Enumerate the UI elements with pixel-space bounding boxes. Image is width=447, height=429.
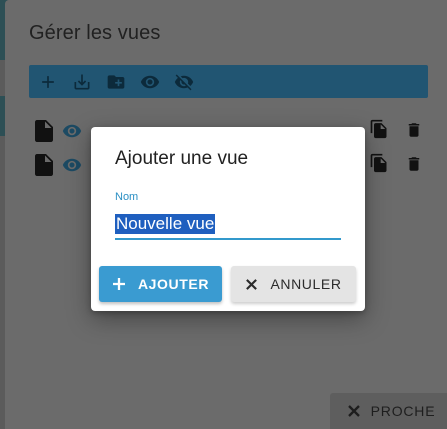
views-toolbar bbox=[29, 65, 428, 98]
visibility-icon[interactable] bbox=[61, 121, 83, 146]
dialog-title: Ajouter une vue bbox=[115, 148, 249, 169]
cancel-button[interactable]: ANNULER bbox=[231, 266, 356, 302]
new-folder-icon[interactable] bbox=[105, 71, 127, 93]
copy-icon[interactable] bbox=[369, 152, 389, 179]
close-icon bbox=[246, 278, 258, 290]
hide-icon[interactable] bbox=[173, 71, 195, 93]
copy-icon[interactable] bbox=[369, 118, 389, 145]
delete-icon[interactable] bbox=[405, 153, 423, 180]
delete-icon[interactable] bbox=[405, 119, 423, 146]
add-icon[interactable] bbox=[37, 71, 59, 93]
add-button[interactable]: AJOUTER bbox=[99, 266, 222, 302]
document-icon bbox=[35, 120, 53, 147]
visibility-icon[interactable] bbox=[61, 155, 83, 180]
name-field-value[interactable]: Nouvelle vue bbox=[115, 214, 216, 234]
close-icon bbox=[347, 405, 360, 417]
plus-icon bbox=[112, 278, 125, 290]
name-field[interactable]: Nouvelle vue bbox=[115, 208, 341, 240]
add-view-dialog: Ajouter une vue Nom Nouvelle vue AJOUTER… bbox=[91, 127, 365, 311]
download-icon[interactable] bbox=[71, 71, 93, 93]
document-icon bbox=[35, 154, 53, 181]
show-icon[interactable] bbox=[139, 71, 161, 93]
panel-title: Gérer les vues bbox=[29, 22, 161, 44]
close-button-label: PROCHE bbox=[370, 403, 436, 419]
cancel-button-label: ANNULER bbox=[270, 276, 342, 292]
add-button-label: AJOUTER bbox=[137, 276, 210, 292]
close-button[interactable]: PROCHE bbox=[330, 393, 447, 429]
name-field-label: Nom bbox=[115, 191, 139, 203]
